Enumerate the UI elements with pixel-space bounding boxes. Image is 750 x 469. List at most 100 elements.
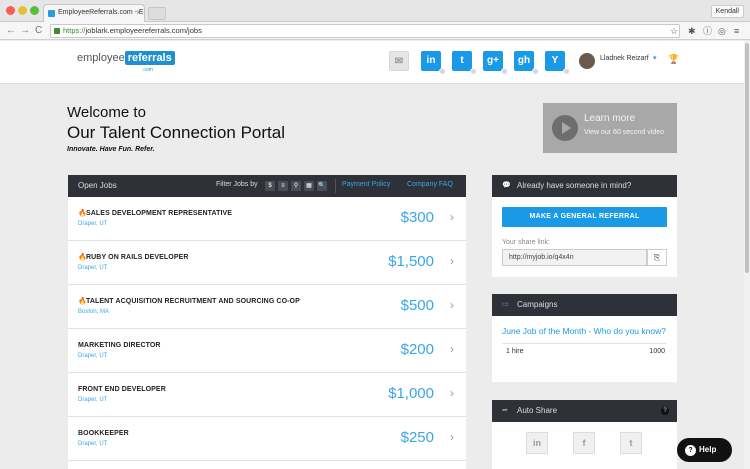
logo-badge: referrals — [124, 51, 175, 65]
favicon-icon — [48, 10, 55, 17]
user-name[interactable]: Lladnek Reizarf — [600, 55, 649, 62]
facebook-icon: f — [582, 438, 586, 448]
mail-icon: ✉ — [394, 56, 404, 67]
job-title[interactable]: BOOKKEEPER — [78, 430, 129, 437]
list-filter-icon[interactable]: ≡ — [278, 181, 288, 191]
back-icon[interactable]: ← — [6, 24, 16, 38]
question-icon: ? — [685, 445, 696, 456]
job-title[interactable]: TALENT ACQUISITION RECRUITMENT AND SOURC… — [86, 298, 300, 305]
github-button[interactable]: gh — [514, 51, 539, 75]
browser-tab[interactable]: EmployeeReferrals.com - E × — [43, 4, 145, 22]
video-banner[interactable]: Learn more View our 60 second video — [543, 103, 677, 153]
job-title[interactable]: MARKETING DIRECTOR — [78, 342, 161, 349]
extension-icon[interactable]: ✱ — [688, 25, 696, 37]
avatar[interactable] — [579, 53, 595, 69]
chat-icon: 💬 — [502, 182, 511, 189]
auto-share-panel: ➦ Auto Share ? in f t — [492, 400, 677, 469]
logo-sub: .com — [142, 67, 153, 73]
welcome-heading: Welcome to — [67, 104, 146, 121]
chevron-right-icon[interactable]: › — [450, 210, 454, 224]
maximize-window-button[interactable] — [30, 6, 39, 15]
job-row[interactable]: 🔥 RUBY ON RAILS DEVELOPER Draper, UT $1,… — [68, 241, 466, 285]
forward-icon[interactable]: → — [20, 24, 30, 38]
ycombinator-button[interactable]: Y — [545, 51, 570, 75]
job-row[interactable]: 🔥 SALES DEVELOPMENT REPRESENTATIVE Drape… — [68, 197, 466, 241]
location-filter-icon[interactable]: ⚲ — [291, 181, 301, 191]
make-general-referral-button[interactable]: MAKE A GENERAL REFERRAL — [502, 207, 667, 227]
url-scheme: https:// — [63, 26, 86, 35]
help-button[interactable]: ? Help — [677, 438, 732, 462]
google-plus-button[interactable]: g+ — [483, 51, 508, 75]
job-row[interactable]: BOOKKEEPER Draper, UT $250 › — [68, 417, 466, 461]
linkedin-share-button[interactable]: in — [526, 432, 548, 454]
scrollbar[interactable] — [744, 41, 750, 469]
referral-panel-header: 💬 Already have someone in mind? — [492, 175, 677, 197]
dollar-filter-icon[interactable]: $ — [265, 181, 275, 191]
status-dot — [532, 68, 539, 75]
job-row[interactable]: FRONT END DEVELOPER Draper, UT $1,000 › — [68, 373, 466, 417]
twitter-icon: t — [460, 55, 464, 66]
chevron-right-icon[interactable]: › — [450, 298, 454, 312]
copy-link-button[interactable]: ⎘ — [647, 249, 667, 266]
job-title[interactable]: SALES DEVELOPMENT REPRESENTATIVE — [86, 210, 232, 217]
campaigns-panel-header: ▭ Campaigns — [492, 294, 677, 316]
ycombinator-icon: Y — [551, 55, 559, 66]
github-icon: gh — [517, 55, 531, 66]
play-icon — [552, 115, 578, 141]
job-bonus: $1,500 — [388, 253, 434, 270]
auto-share-panel-header: ➦ Auto Share ? — [492, 400, 677, 422]
referral-panel-title: Already have someone in mind? — [517, 181, 632, 190]
tab-close-icon[interactable]: × — [136, 5, 141, 21]
linkedin-button[interactable]: in — [421, 51, 446, 75]
chevron-right-icon[interactable]: › — [450, 254, 454, 268]
job-bonus: $200 — [400, 341, 434, 358]
chevron-right-icon[interactable]: › — [450, 386, 454, 400]
job-title[interactable]: FRONT END DEVELOPER — [78, 386, 166, 393]
auto-share-panel-title: Auto Share — [517, 406, 558, 415]
close-window-button[interactable] — [6, 6, 15, 15]
open-jobs-title: Open Jobs — [78, 181, 117, 190]
payment-policy-link[interactable]: Payment Policy — [342, 181, 390, 188]
search-filter-icon[interactable]: 🔍 — [317, 181, 327, 191]
job-location: Draper, UT — [78, 265, 108, 271]
status-dot — [439, 68, 446, 75]
info-icon[interactable]: ⓘ — [703, 25, 712, 37]
help-icon[interactable]: ? — [661, 407, 669, 415]
reload-icon[interactable]: C — [35, 24, 42, 38]
calendar-filter-icon[interactable]: ▦ — [304, 181, 314, 191]
job-row[interactable]: MARKETING DIRECTOR Draper, UT $200 › — [68, 329, 466, 373]
copy-icon: ⎘ — [653, 253, 661, 262]
bookmark-star-icon[interactable]: ☆ — [670, 25, 678, 37]
camera-icon[interactable]: ◎ — [718, 25, 726, 37]
scrollbar-thumb[interactable] — [745, 43, 749, 273]
status-dot — [470, 68, 477, 75]
profile-button[interactable]: Kendall — [710, 5, 744, 18]
site-header: employee referrals .com ✉ in t g+ gh Y Ll… — [0, 41, 750, 84]
share-icon: ➦ — [502, 407, 508, 414]
campaign-hires: 1 hire — [506, 348, 524, 355]
chevron-right-icon[interactable]: › — [450, 430, 454, 444]
job-row[interactable]: 🔥 TALENT ACQUISITION RECRUITMENT AND SOU… — [68, 285, 466, 329]
trophy-icon[interactable]: 🏆 — [668, 54, 679, 65]
browser-toolbar: ← → C https://joblark.employeereferrals.… — [0, 22, 750, 40]
campaign-link[interactable]: June Job of the Month - Who do you know? — [502, 326, 666, 336]
address-bar[interactable]: https://joblark.employeereferrals.com/jo… — [50, 24, 680, 38]
mail-button[interactable]: ✉ — [389, 51, 409, 71]
menu-icon[interactable]: ≡ — [734, 25, 739, 37]
logo[interactable]: employee referrals — [77, 51, 175, 65]
chevron-right-icon[interactable]: › — [450, 342, 454, 356]
job-location: Boston, MA — [78, 309, 110, 315]
job-bonus: $500 — [400, 297, 434, 314]
job-title[interactable]: RUBY ON RAILS DEVELOPER — [86, 254, 189, 261]
campaign-stats-row: 1 hire 1000 — [502, 343, 667, 357]
company-faq-link[interactable]: Company FAQ — [407, 181, 453, 188]
new-tab-button[interactable] — [148, 7, 166, 20]
minimize-window-button[interactable] — [18, 6, 27, 15]
share-link-field[interactable]: http://myjob.io/q4x4n — [502, 249, 647, 266]
twitter-button[interactable]: t — [452, 51, 477, 75]
facebook-share-button[interactable]: f — [573, 432, 595, 454]
twitter-share-button[interactable]: t — [620, 432, 642, 454]
lock-icon — [54, 28, 60, 34]
twitter-icon: t — [629, 438, 633, 448]
chevron-down-icon[interactable]: ▾ — [653, 54, 657, 62]
